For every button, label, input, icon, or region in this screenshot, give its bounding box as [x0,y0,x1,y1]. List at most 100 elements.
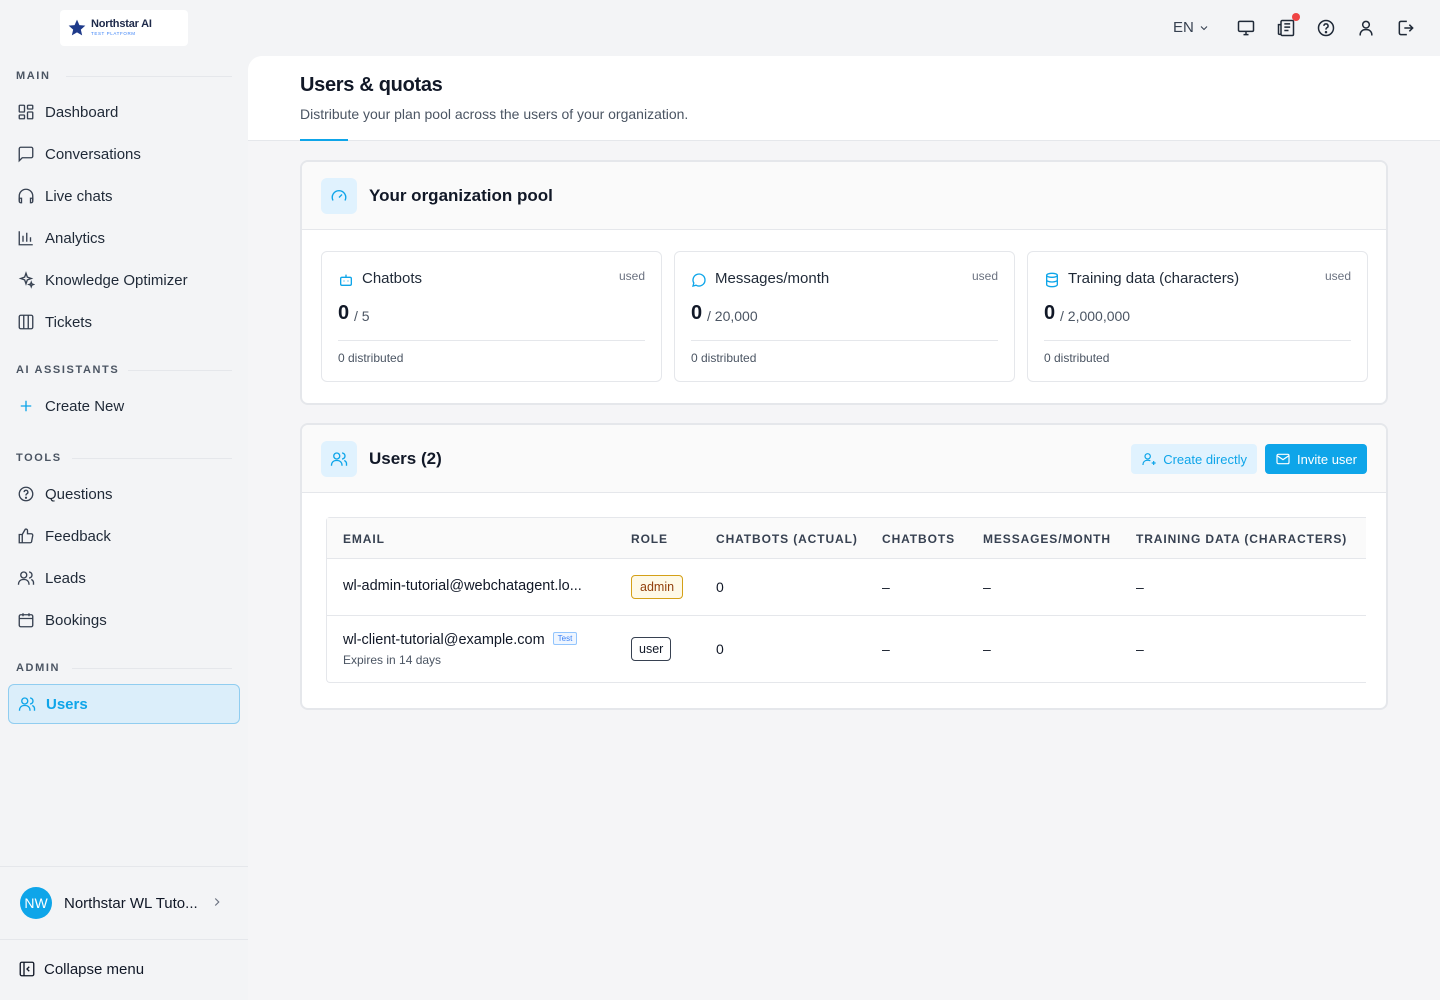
divider [691,340,998,341]
divider [0,939,248,940]
column-header-messages[interactable]: MESSAGES/MONTH [983,532,1111,546]
collapse-menu-button[interactable]: Collapse menu [18,960,144,978]
divider [338,340,645,341]
brand-logo[interactable]: Northstar AI TEST PLATFORM [60,10,188,46]
users-icon [321,441,357,477]
table-row[interactable]: wl-client-tutorial@example.com Test Expir… [327,616,1366,682]
user-email: wl-admin-tutorial@webchatagent.lo... [343,578,582,594]
users-icon [17,571,35,585]
logout-icon[interactable] [1396,18,1416,38]
bar-chart-icon [18,231,33,246]
stat-card-chatbots: Chatbots used 0 / 5 0 distributed [321,251,662,382]
page-header: Users & quotas Distribute your plan pool… [248,56,1440,141]
plus-icon [20,400,32,412]
monitor-icon[interactable] [1236,18,1256,38]
create-directly-label: Create directly [1163,451,1247,467]
card-header: Users (2) Create directly Invite user [302,425,1386,493]
section-label-admin: ADMIN [16,662,61,674]
section-label-main: MAIN [16,70,51,82]
sidebar-item-label: Users [46,695,88,713]
stat-total: / 5 [354,308,370,324]
section-label-tools: TOOLS [16,452,62,464]
user-plus-icon [1142,453,1156,465]
columns-icon [18,314,34,330]
stat-distributed: 0 distributed [691,351,757,365]
language-value: EN [1173,19,1194,36]
sidebar-item-label: Leads [45,569,86,587]
chatbots-value: – [882,579,890,595]
headset-icon [18,188,34,204]
mail-icon [1276,453,1290,465]
sidebar-item-analytics[interactable]: Analytics [8,218,240,258]
stat-label: Training data (characters) [1068,270,1240,287]
role-badge-admin: admin [631,575,684,599]
users-icon [18,697,36,711]
sidebar-item-leads[interactable]: Leads [8,558,240,598]
chevron-down-icon [1200,25,1208,30]
stat-card-messages: Messages/month used 0 / 20,000 0 distrib… [674,251,1015,382]
sidebar-item-label: Dashboard [45,103,119,121]
sidebar-item-label: Knowledge Optimizer [45,271,188,289]
sidebar-item-knowledge-optimizer[interactable]: Knowledge Optimizer [8,260,240,300]
sidebar-item-tickets[interactable]: Tickets [8,302,240,342]
question-icon [18,486,34,502]
language-selector[interactable]: EN [1173,19,1210,36]
stat-value: 0 [691,302,703,324]
create-directly-button[interactable]: Create directly [1131,444,1257,474]
page-subtitle: Distribute your plan pool across the use… [300,106,689,122]
sidebar-item-live-chats[interactable]: Live chats [8,176,240,216]
stat-label: Messages/month [715,270,830,287]
sidebar-item-label: Tickets [45,313,92,331]
user-icon[interactable] [1356,18,1376,38]
chat-icon [18,146,34,163]
notification-dot [1292,13,1300,21]
test-badge: Test [552,632,578,645]
chevron-right-icon [214,898,220,906]
gauge-icon [321,178,357,214]
stat-card-training-data: Training data (characters) used 0 / 2,00… [1027,251,1368,382]
invite-user-button[interactable]: Invite user [1265,444,1367,474]
sparkles-icon [18,271,35,289]
collapse-menu-label: Collapse menu [44,960,145,978]
avatar: NW [20,887,52,919]
role-badge-user: user [631,637,672,661]
help-icon[interactable] [1316,18,1336,38]
sidebar-item-bookings[interactable]: Bookings [8,600,240,640]
chatbots-actual-value: 0 [716,579,724,595]
stat-total: / 20,000 [707,308,758,324]
table-header: EMAIL ROLE CHATBOTS (ACTUAL) CHATBOTS ME… [327,518,1366,559]
news-icon[interactable] [1276,18,1296,38]
sidebar-item-conversations[interactable]: Conversations [8,134,240,174]
column-header-chatbots-actual[interactable]: CHATBOTS (ACTUAL) [716,532,858,546]
stat-value: 0 [1044,302,1056,324]
section-divider [72,458,232,459]
card-title: Users (2) [369,449,442,468]
invite-user-label: Invite user [1297,451,1357,467]
brand-name: Northstar AI [91,18,152,31]
sidebar-item-label: Bookings [45,611,107,629]
page-title: Users & quotas [300,74,443,96]
column-header-email[interactable]: EMAIL [343,532,385,546]
org-switcher[interactable]: NW Northstar WL Tuto... [0,867,248,939]
organization-pool-card: Your organization pool Chatbots used 0 /… [300,160,1388,405]
sidebar-item-questions[interactable]: Questions [8,474,240,514]
table-row[interactable]: wl-admin-tutorial@webchatagent.lo... adm… [327,559,1366,616]
org-name: Northstar WL Tuto... [64,894,198,912]
card-title: Your organization pool [369,186,553,205]
main-content: Users & quotas Distribute your plan pool… [248,56,1440,1000]
stat-used-label: used [618,269,645,283]
section-divider [128,370,232,371]
training-data-value: – [1136,579,1144,595]
sidebar-item-users[interactable]: Users [8,684,240,724]
sidebar-item-create-new[interactable]: Create New [8,386,240,426]
column-header-role[interactable]: ROLE [631,532,668,546]
sidebar-item-label: Create New [45,397,125,415]
column-header-chatbots[interactable]: CHATBOTS [882,532,955,546]
section-label-ai-assistants: AI ASSISTANTS [16,364,120,376]
user-email-cell: wl-client-tutorial@example.com Test Expir… [343,631,578,667]
column-header-training-data[interactable]: TRAINING DATA (CHARACTERS) [1136,532,1347,546]
sidebar-item-dashboard[interactable]: Dashboard [8,92,240,132]
sidebar-collapse-icon [19,961,35,977]
sidebar-item-feedback[interactable]: Feedback [8,516,240,556]
section-divider [66,76,232,77]
